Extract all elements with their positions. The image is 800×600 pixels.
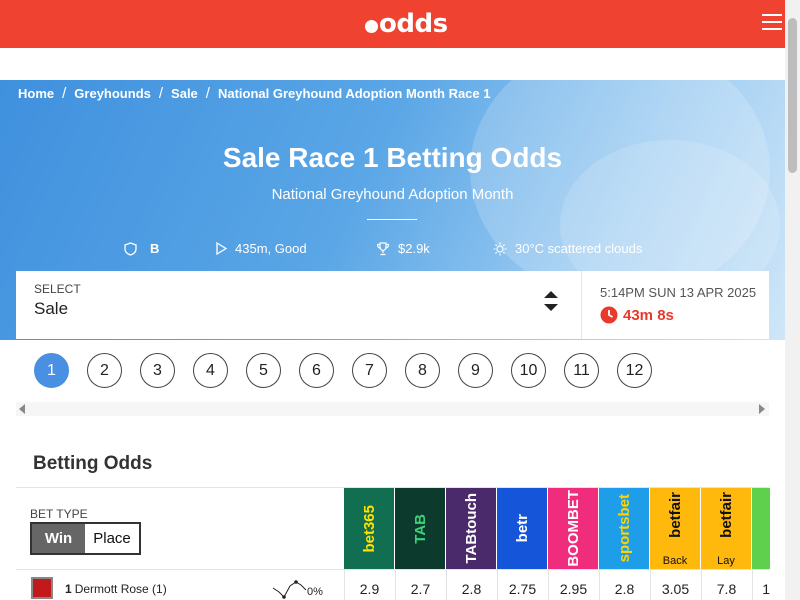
breadcrumb-separator: / xyxy=(158,85,164,102)
bookmaker-tab-logo[interactable]: TAB xyxy=(395,488,445,569)
runner-name[interactable]: 1 Dermott Rose (1) xyxy=(65,582,167,596)
site-logo[interactable]: odds xyxy=(365,9,448,39)
bookmaker-sub-label: Back xyxy=(662,555,688,567)
runner-row: 1 Dermott Rose (1) 0% 2.9 2.7 2.8 2.75 2.95 2.… xyxy=(16,570,770,600)
price-trend-sparkline-icon xyxy=(272,580,307,599)
bookmaker-betfair-lay-logo[interactable]: betfair Lay xyxy=(701,488,751,569)
runner-percent: 0% xyxy=(307,586,323,598)
vertical-scrollbar[interactable] xyxy=(785,0,800,600)
bet-type-label: BET TYPE xyxy=(30,507,88,521)
countdown-value: 43m 8s xyxy=(623,306,674,324)
grade-value: B xyxy=(150,241,160,256)
prize-value: $2.9k xyxy=(398,241,430,256)
odds-cell[interactable]: 2.75 xyxy=(497,570,547,600)
race-button-12[interactable]: 12 xyxy=(617,353,652,388)
bookmaker-tabtouch-logo[interactable]: TABtouch xyxy=(446,488,496,569)
title-divider xyxy=(367,219,417,220)
breadcrumb: Home / Greyhounds / Sale / National Greyhound … xyxy=(18,85,491,102)
breadcrumb-separator: / xyxy=(205,85,210,102)
bookmaker-name: TAB xyxy=(411,513,429,544)
place-button[interactable]: Place xyxy=(85,524,139,553)
bookmaker-header-row: bet365 TAB TABtouch betr BOOMBET sportsbet bet… xyxy=(344,488,770,569)
race-button-3[interactable]: 3 xyxy=(140,353,175,388)
race-button-8[interactable]: 8 xyxy=(405,353,440,388)
race-button-6[interactable]: 6 xyxy=(299,353,334,388)
weather-stat: 30°C scattered clouds xyxy=(493,241,642,256)
breadcrumb-home[interactable]: Home xyxy=(18,86,54,101)
select-value: Sale xyxy=(34,299,69,318)
race-button-2[interactable]: 2 xyxy=(87,353,122,388)
bookmaker-name: BOOMBET xyxy=(564,490,582,567)
bookmaker-boombet-logo[interactable]: BOOMBET xyxy=(548,488,598,569)
bookmaker-name: sportsbet xyxy=(615,494,633,563)
race-number-selector: 1 2 3 4 5 6 7 8 9 10 11 12 xyxy=(34,353,652,388)
bookmaker-sportsbet-logo[interactable]: sportsbet xyxy=(599,488,649,569)
grade-stat: B xyxy=(124,241,159,256)
bookmaker-name: betfair xyxy=(717,492,735,538)
logo-text: odds xyxy=(379,9,448,39)
race-subtitle: National Greyhound Adoption Month xyxy=(271,186,514,203)
breadcrumb-separator: / xyxy=(62,85,67,102)
scroll-left-arrow-icon[interactable] xyxy=(19,404,25,414)
weather-value: 30°C scattered clouds xyxy=(515,241,643,256)
bookmaker-sub-label: Lay xyxy=(717,555,735,567)
race-countdown: 43m 8s xyxy=(600,306,674,324)
race-button-9[interactable]: 9 xyxy=(458,353,493,388)
bookmaker-partial-logo[interactable] xyxy=(752,488,770,569)
odds-cell[interactable]: 2.7 xyxy=(395,570,445,600)
win-button[interactable]: Win xyxy=(32,524,85,553)
bookmaker-name: betr xyxy=(513,514,531,543)
prize-stat: $2.9k xyxy=(376,241,430,256)
bookmaker-name: TABtouch xyxy=(462,493,480,564)
odds-cell[interactable]: 2.95 xyxy=(548,570,598,600)
logo-mark-icon xyxy=(365,20,378,33)
race-button-10[interactable]: 10 xyxy=(511,353,546,388)
scroll-right-arrow-icon[interactable] xyxy=(759,404,765,414)
runner-silk xyxy=(31,577,53,599)
bet-type-toggle: Win Place xyxy=(30,522,141,555)
trophy-icon xyxy=(376,241,390,255)
runner-name-text: Dermott Rose (1) xyxy=(74,582,167,596)
horizontal-scrollbar[interactable] xyxy=(16,402,769,416)
race-button-7[interactable]: 7 xyxy=(352,353,387,388)
shield-icon xyxy=(124,241,137,256)
breadcrumb-sale[interactable]: Sale xyxy=(171,86,198,101)
bookmaker-betfair-back-logo[interactable]: betfair Back xyxy=(650,488,700,569)
top-bar: odds xyxy=(0,0,800,48)
odds-cell-partial[interactable]: 1 xyxy=(752,570,770,600)
runner-number: 1 xyxy=(65,582,72,596)
odds-cell[interactable]: 3.05 xyxy=(650,570,700,600)
bookmaker-betr-logo[interactable]: betr xyxy=(497,488,547,569)
bookmaker-name: bet365 xyxy=(360,504,378,553)
select-label: SELECT xyxy=(34,282,81,296)
clock-icon xyxy=(600,306,618,324)
race-time-card: 5:14PM SUN 13 APR 2025 43m 8s xyxy=(581,271,769,339)
play-flag-icon xyxy=(216,242,227,255)
odds-cell[interactable]: 2.9 xyxy=(344,570,394,600)
race-button-5[interactable]: 5 xyxy=(246,353,281,388)
odds-cell[interactable]: 2.8 xyxy=(599,570,649,600)
bookmaker-name: betfair xyxy=(666,492,684,538)
breadcrumb-current: National Greyhound Adoption Month Race 1 xyxy=(217,86,491,101)
odds-cell[interactable]: 7.8 xyxy=(701,570,751,600)
scrollbar-thumb[interactable] xyxy=(788,18,797,173)
distance-stat: 435m, Good xyxy=(215,241,307,256)
betting-odds-heading: Betting Odds xyxy=(33,453,153,474)
race-button-1[interactable]: 1 xyxy=(34,353,69,388)
distance-value: 435m, Good xyxy=(235,241,307,256)
runner-odds: 2.9 2.7 2.8 2.75 2.95 2.8 3.05 7.8 1 xyxy=(344,570,770,600)
track-select[interactable]: SELECT Sale xyxy=(16,271,581,339)
breadcrumb-greyhounds[interactable]: Greyhounds xyxy=(74,86,151,101)
race-datetime: 5:14PM SUN 13 APR 2025 xyxy=(600,285,757,300)
sort-arrows-icon[interactable] xyxy=(543,290,559,312)
bookmaker-bet365-logo[interactable]: bet365 xyxy=(344,488,394,569)
race-button-11[interactable]: 11 xyxy=(564,353,599,388)
odds-cell[interactable]: 2.8 xyxy=(446,570,496,600)
sun-icon xyxy=(493,242,507,255)
page-title: Sale Race 1 Betting Odds xyxy=(222,142,563,173)
race-button-4[interactable]: 4 xyxy=(193,353,228,388)
hamburger-menu-icon[interactable] xyxy=(762,14,782,32)
